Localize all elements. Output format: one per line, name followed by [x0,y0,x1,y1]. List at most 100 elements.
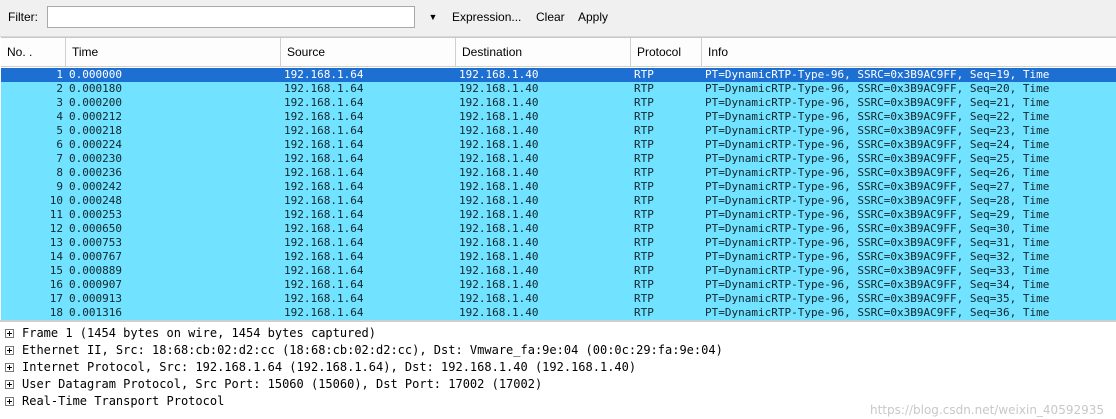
packet-info-cell: PT=DynamicRTP-Type-96, SSRC=0x3B9AC9FF, … [705,264,1050,277]
packet-time-cell: 0.000180 [69,82,122,95]
packet-no-cell: 18 [49,306,63,319]
packet-row[interactable]: 3 0.000200 192.168.1.64 192.168.1.40 RTP PT=D… [1,96,1116,110]
packet-no-cell: 4 [56,110,63,123]
packet-protocol-cell: RTP [634,208,654,221]
packet-destination-cell: 192.168.1.40 [459,250,539,263]
packet-destination-cell: 192.168.1.40 [459,222,539,235]
packet-source-cell: 192.168.1.64 [284,278,364,291]
packet-row[interactable]: 2 0.000180 192.168.1.64 192.168.1.40 RTP PT=D… [1,82,1116,96]
packet-source-cell: 192.168.1.64 [284,306,364,319]
packet-row[interactable]: 9 0.000242 192.168.1.64 192.168.1.40 RTP PT=D… [1,180,1116,194]
packet-row[interactable]: 7 0.000230 192.168.1.64 192.168.1.40 RTP PT=D… [1,152,1116,166]
packet-destination-cell: 192.168.1.40 [459,152,539,165]
plus-box-icon[interactable] [5,346,14,355]
packet-protocol-cell: RTP [634,236,654,249]
chevron-down-icon[interactable]: ▼ [427,9,439,25]
packet-time-cell: 0.000000 [69,68,122,81]
packet-row[interactable]: 16 0.000907 192.168.1.64 192.168.1.40 RTP PT=… [1,278,1116,292]
packet-row[interactable]: 4 0.000212 192.168.1.64 192.168.1.40 RTP PT=D… [1,110,1116,124]
column-header-no[interactable]: No. . [1,38,66,67]
column-header-destination[interactable]: Destination [456,38,631,67]
packet-row[interactable]: 13 0.000753 192.168.1.64 192.168.1.40 RTP PT=… [1,236,1116,250]
column-header-source[interactable]: Source [281,38,456,67]
packet-info-cell: PT=DynamicRTP-Type-96, SSRC=0x3B9AC9FF, … [705,180,1050,193]
packet-no-cell: 2 [56,82,63,95]
detail-tree-item[interactable]: Frame 1 (1454 bytes on wire, 1454 bytes … [0,325,1116,342]
packet-row[interactable]: 15 0.000889 192.168.1.64 192.168.1.40 RTP PT=… [1,264,1116,278]
column-header-protocol-label: Protocol [637,45,682,59]
packet-info-cell: PT=DynamicRTP-Type-96, SSRC=0x3B9AC9FF, … [705,68,1050,81]
packet-no-cell: 3 [56,96,63,109]
packet-protocol-cell: RTP [634,166,654,179]
column-header-time[interactable]: Time [66,38,281,67]
packet-no-cell: 8 [56,166,63,179]
apply-button[interactable]: Apply [578,10,608,24]
packet-no-cell: 13 [49,236,63,249]
packet-row[interactable]: 8 0.000236 192.168.1.64 192.168.1.40 RTP PT=D… [1,166,1116,180]
packet-row[interactable]: 1 0.000000 192.168.1.64 192.168.1.40 RTP PT=D… [1,68,1116,82]
packet-no-cell: 16 [49,278,63,291]
packet-info-cell: PT=DynamicRTP-Type-96, SSRC=0x3B9AC9FF, … [705,306,1050,319]
detail-tree-item[interactable]: Internet Protocol, Src: 192.168.1.64 (19… [0,359,1116,376]
packet-time-cell: 0.000753 [69,236,122,249]
clear-button[interactable]: Clear [536,10,565,24]
packet-info-cell: PT=DynamicRTP-Type-96, SSRC=0x3B9AC9FF, … [705,222,1050,235]
packet-protocol-cell: RTP [634,194,654,207]
packet-row[interactable]: 6 0.000224 192.168.1.64 192.168.1.40 RTP PT=D… [1,138,1116,152]
packet-protocol-cell: RTP [634,82,654,95]
packet-time-cell: 0.000253 [69,208,122,221]
packet-info-cell: PT=DynamicRTP-Type-96, SSRC=0x3B9AC9FF, … [705,124,1050,137]
filter-input[interactable] [47,6,415,28]
packet-destination-cell: 192.168.1.40 [459,292,539,305]
packet-destination-cell: 192.168.1.40 [459,68,539,81]
plus-box-icon[interactable] [5,363,14,372]
packet-protocol-cell: RTP [634,264,654,277]
packet-source-cell: 192.168.1.64 [284,68,364,81]
detail-tree-label: Frame 1 (1454 bytes on wire, 1454 bytes … [22,326,377,340]
packet-info-cell: PT=DynamicRTP-Type-96, SSRC=0x3B9AC9FF, … [705,250,1050,263]
packet-time-cell: 0.000242 [69,180,122,193]
packet-rows: 1 0.000000 192.168.1.64 192.168.1.40 RTP PT=D… [1,68,1116,320]
packet-protocol-cell: RTP [634,96,654,109]
packet-destination-cell: 192.168.1.40 [459,264,539,277]
packet-no-cell: 5 [56,124,63,137]
detail-tree-item[interactable]: User Datagram Protocol, Src Port: 15060 … [0,376,1116,393]
expression-button[interactable]: Expression... [452,10,521,24]
plus-box-icon[interactable] [5,380,14,389]
packet-row[interactable]: 18 0.001316 192.168.1.64 192.168.1.40 RTP PT=… [1,306,1116,320]
packet-source-cell: 192.168.1.64 [284,96,364,109]
packet-time-cell: 0.000767 [69,250,122,263]
packet-row[interactable]: 10 0.000248 192.168.1.64 192.168.1.40 RTP PT=… [1,194,1116,208]
packet-info-cell: PT=DynamicRTP-Type-96, SSRC=0x3B9AC9FF, … [705,96,1050,109]
packet-no-cell: 6 [56,138,63,151]
detail-tree-item[interactable]: Ethernet II, Src: 18:68:cb:02:d2:cc (18:… [0,342,1116,359]
packet-time-cell: 0.000889 [69,264,122,277]
wireshark-window: Filter: ▼ Expression... Clear Apply No. … [0,0,1116,419]
packet-info-cell: PT=DynamicRTP-Type-96, SSRC=0x3B9AC9FF, … [705,110,1050,123]
packet-no-cell: 7 [56,152,63,165]
column-header-info[interactable]: Info [702,38,1116,67]
packet-source-cell: 192.168.1.64 [284,264,364,277]
packet-protocol-cell: RTP [634,292,654,305]
packet-destination-cell: 192.168.1.40 [459,82,539,95]
packet-row[interactable]: 11 0.000253 192.168.1.64 192.168.1.40 RTP PT=… [1,208,1116,222]
packet-source-cell: 192.168.1.64 [284,124,364,137]
packet-info-cell: PT=DynamicRTP-Type-96, SSRC=0x3B9AC9FF, … [705,166,1050,179]
packet-row[interactable]: 12 0.000650 192.168.1.64 192.168.1.40 RTP PT=… [1,222,1116,236]
packet-row[interactable]: 17 0.000913 192.168.1.64 192.168.1.40 RTP PT=… [1,292,1116,306]
packet-protocol-cell: RTP [634,110,654,123]
packet-destination-cell: 192.168.1.40 [459,278,539,291]
column-header-protocol[interactable]: Protocol [631,38,702,67]
packet-destination-cell: 192.168.1.40 [459,194,539,207]
packet-source-cell: 192.168.1.64 [284,250,364,263]
packet-protocol-cell: RTP [634,306,654,319]
packet-destination-cell: 192.168.1.40 [459,306,539,319]
packet-info-cell: PT=DynamicRTP-Type-96, SSRC=0x3B9AC9FF, … [705,208,1050,221]
packet-info-cell: PT=DynamicRTP-Type-96, SSRC=0x3B9AC9FF, … [705,278,1050,291]
packet-row[interactable]: 5 0.000218 192.168.1.64 192.168.1.40 RTP PT=D… [1,124,1116,138]
packet-source-cell: 192.168.1.64 [284,236,364,249]
plus-box-icon[interactable] [5,329,14,338]
plus-box-icon[interactable] [5,397,14,406]
packet-row[interactable]: 14 0.000767 192.168.1.64 192.168.1.40 RTP PT=… [1,250,1116,264]
packet-no-cell: 11 [49,208,63,221]
